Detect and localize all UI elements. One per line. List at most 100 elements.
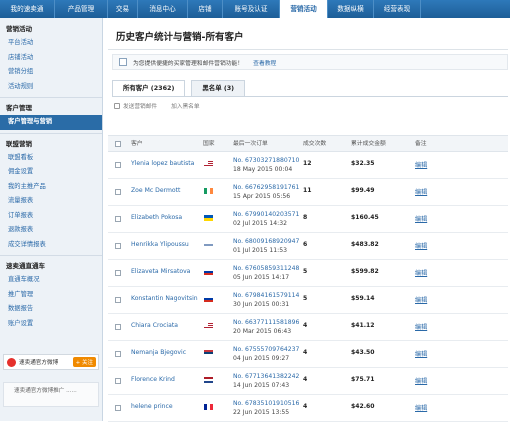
column-header-total-amount[interactable]: 累计成交金额 [351,136,386,153]
nav-message-center[interactable]: 消息中心 [138,0,188,18]
edit-link[interactable]: 编辑 [415,295,427,304]
country-flag-icon [204,350,213,356]
send-email-action[interactable]: 发送营销邮件 [114,101,157,110]
order-count: 8 [303,214,308,221]
customer-name[interactable]: Elizabeth Pokosa [131,214,182,221]
last-order: No. 67984161579114 30 Jun 2015 00:31 [233,291,299,309]
sidebar-item-refund-report[interactable]: 退款报表 [0,223,102,238]
sidebar-item-ads-overview[interactable]: 直通车概况 [0,273,102,288]
sidebar-item-platform-activities[interactable]: 平台活动 [0,36,102,51]
nav-account-verification[interactable]: 账号及认证 [223,0,280,18]
order-count: 4 [303,403,308,410]
sidebar-item-customer-management[interactable]: 客户管理与营销 [0,115,102,130]
table-row: Ylenia lopez bautista No. 67303271880710… [108,152,508,179]
nav-marketing[interactable]: 营销活动 [280,0,328,18]
row-checkbox[interactable] [115,243,121,249]
row-checkbox[interactable] [115,297,121,303]
row-checkbox[interactable] [115,324,121,330]
row-checkbox[interactable] [115,216,121,222]
order-number-link[interactable]: No. 67555709764237 [233,346,299,353]
order-number-link[interactable]: No. 67605859311248 [233,265,299,272]
sidebar-item-commission-settings[interactable]: 佣金设置 [0,165,102,180]
order-number-link[interactable]: No. 67713641382242 [233,373,299,380]
order-number-link[interactable]: No. 67990140203571 [233,211,299,218]
edit-link[interactable]: 编辑 [415,187,427,196]
tutorial-link[interactable]: 查看教程 [253,58,276,67]
country-flag-icon [204,323,213,329]
customer-name[interactable]: Florence Krind [131,376,175,383]
customer-name[interactable]: Elizaveta Mirsatova [131,268,190,275]
sidebar-item-account-settings[interactable]: 账户设置 [0,317,102,332]
edit-link[interactable]: 编辑 [415,160,427,169]
sidebar-item-marketing-groups[interactable]: 营销分组 [0,65,102,80]
row-checkbox[interactable] [115,270,121,276]
order-number-link[interactable]: No. 67984161579114 [233,292,299,299]
order-number-link[interactable]: No. 66762958191761 [233,184,299,191]
total-amount: $99.49 [351,187,375,194]
nav-data[interactable]: 数据纵横 [328,0,374,18]
tab-all-customers[interactable]: 所有客户 (2362) [112,80,186,96]
total-amount: $483.82 [351,241,379,248]
order-count: 5 [303,268,308,275]
customer-name[interactable]: Chiara Crociata [131,322,178,329]
order-count: 4 [303,349,308,356]
customer-name[interactable]: Henrikka Ylipoussu [131,241,189,248]
country-flag-icon [204,188,213,194]
sidebar-item-promotion-management[interactable]: 推广管理 [0,288,102,303]
main-content: 历史客户统计与营销-所有客户 为您提供便捷的买家管理和邮件营销功能！ 查看教程 … [104,18,510,422]
row-checkbox[interactable] [115,351,121,357]
sidebar-bottom-text: 速卖通官方微博推广 ...... [3,382,99,407]
add-blacklist-action[interactable]: 加入黑名单 [171,101,199,110]
row-checkbox[interactable] [115,405,121,411]
sidebar-group-title: 联盟营销 [6,139,32,148]
edit-link[interactable]: 编辑 [415,241,427,250]
sidebar-item-order-report[interactable]: 订单报表 [0,209,102,224]
customer-name[interactable]: Konstantin Nagovitsin [131,295,198,302]
select-all-checkbox[interactable] [115,141,121,147]
sidebar-item-affiliate-dashboard[interactable]: 联盟看板 [0,151,102,166]
column-header-order-count[interactable]: 成交次数 [303,136,326,153]
row-checkbox[interactable] [115,189,121,195]
sidebar-item-data-reports[interactable]: 数据报告 [0,302,102,317]
country-flag-icon [204,215,213,221]
column-header-last-order[interactable]: 最后一次订单 [233,136,268,153]
order-date: 05 Jun 2015 14:17 [233,274,290,281]
edit-link[interactable]: 编辑 [415,322,427,331]
edit-link[interactable]: 编辑 [415,214,427,223]
sidebar-item-traffic-report[interactable]: 流量报表 [0,194,102,209]
edit-link[interactable]: 编辑 [415,376,427,385]
customer-name[interactable]: Ylenia lopez bautista [131,160,194,167]
order-number-link[interactable]: No. 67303271880710 [233,157,299,164]
tab-blacklist[interactable]: 黑名单 (3) [191,80,246,96]
row-checkbox[interactable] [115,378,121,384]
divider [108,49,508,50]
nav-transactions[interactable]: 交易 [108,0,138,18]
sidebar-item-transaction-report[interactable]: 成交详情报表 [0,238,102,253]
sidebar-item-promoted-products[interactable]: 我的主推产品 [0,180,102,195]
table-row: Nemanja Bjegovic No. 67555709764237 04 J… [108,341,508,368]
follow-button[interactable]: + 关注 [72,357,96,367]
order-count: 11 [303,187,312,194]
order-number-link[interactable]: No. 68009168920947 [233,238,299,245]
nav-my-aliexpress[interactable]: 我的速卖通 [0,0,55,18]
order-number-link[interactable]: No. 66377111581896 [233,319,299,326]
customer-name[interactable]: Nemanja Bjegovic [131,349,186,356]
edit-link[interactable]: 编辑 [415,403,427,412]
edit-link[interactable]: 编辑 [415,268,427,277]
last-order: No. 66377111581896 20 Mar 2015 06:43 [233,318,299,336]
nav-store[interactable]: 店铺 [188,0,223,18]
column-header-customer[interactable]: 客户 [131,136,143,153]
sidebar-item-store-activities[interactable]: 店铺活动 [0,51,102,66]
edit-link[interactable]: 编辑 [415,349,427,358]
sidebar-item-activity-rules[interactable]: 活动规则 [0,80,102,95]
country-flag-icon [204,161,213,167]
weibo-icon [7,357,16,367]
order-number-link[interactable]: No. 67835101910516 [233,400,299,407]
column-header-country: 国家 [203,141,215,147]
nav-performance[interactable]: 经营表现 [374,0,421,18]
nav-product-management[interactable]: 产品管理 [55,0,108,18]
customer-name[interactable]: helene prince [131,403,173,410]
customer-name[interactable]: Zoe Mc Dermott [131,187,180,194]
last-order: No. 67835101910516 22 Jun 2015 13:55 [233,399,299,417]
row-checkbox[interactable] [115,162,121,168]
